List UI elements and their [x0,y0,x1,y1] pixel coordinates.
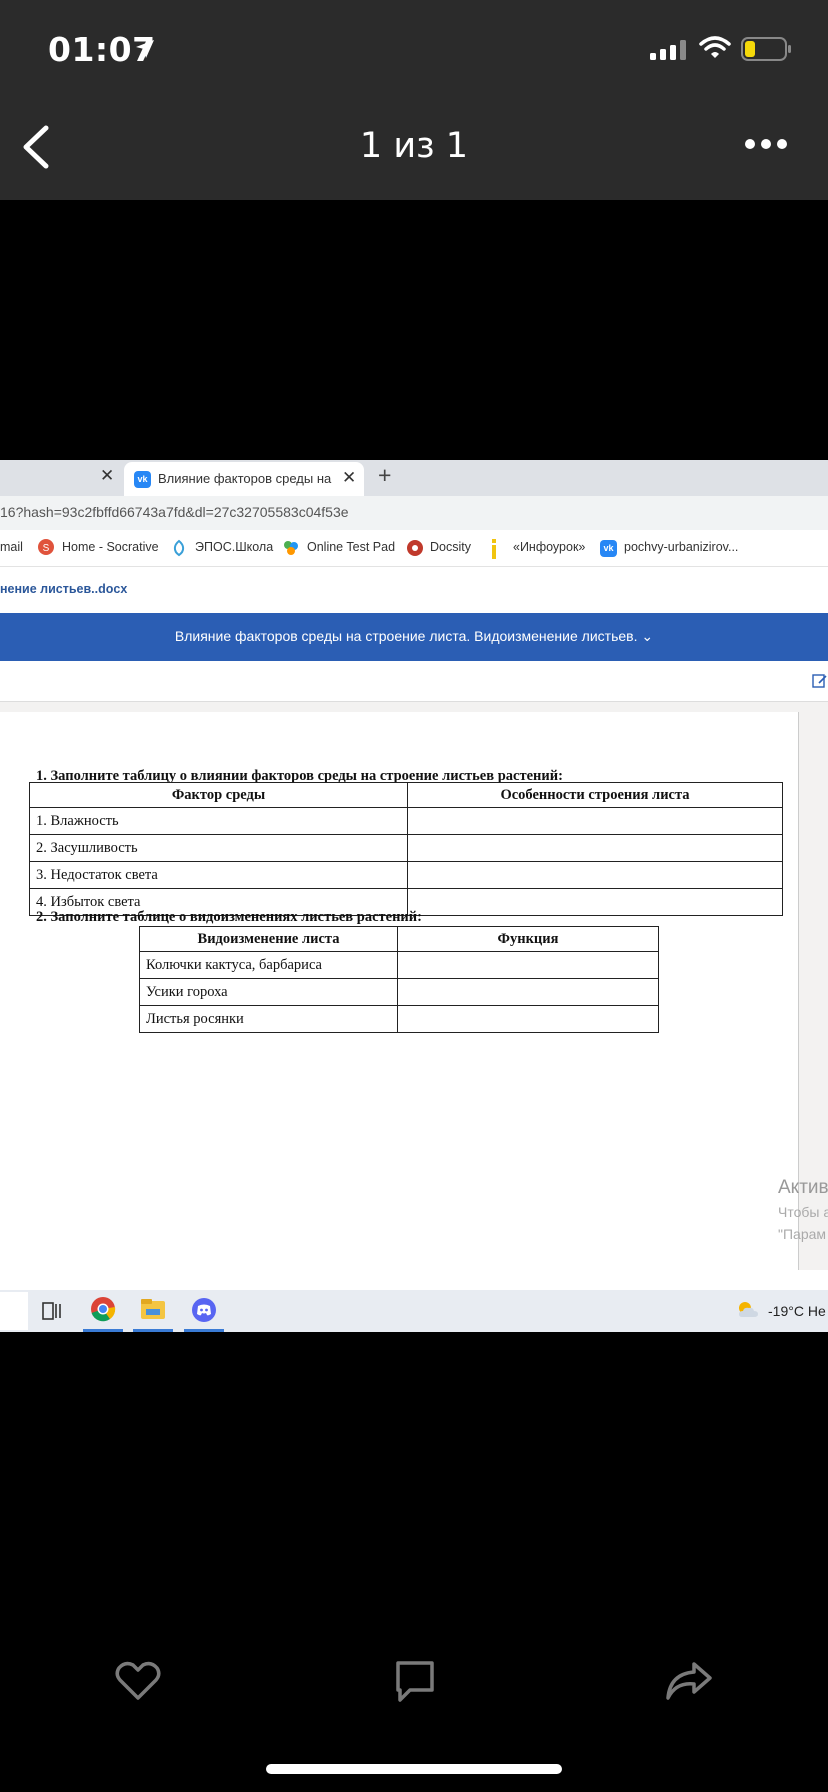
bookmarks-bar: mail S Home - Socrative ЭПОС.Школа Onlin… [0,530,828,567]
bookmark-infourok[interactable]: «Инфоурок» [513,540,585,554]
question-2: 2. Заполните таблице о видоизменениях ли… [36,909,422,925]
document-page: 1. Заполните таблицу о влиянии факторов … [0,712,828,1270]
close-tab-icon[interactable]: ✕ [342,468,356,488]
table-cell-empty [407,888,783,916]
viewer-title: 1 из 1 [359,126,469,166]
chrome-icon[interactable] [90,1296,116,1322]
location-arrow-icon [136,40,154,58]
table-header: Функция [397,926,659,952]
socrative-icon: S [38,539,54,555]
activation-watermark-title: Актив [778,1177,828,1198]
bookmark-mail[interactable]: mail [0,540,23,554]
table-cell: 1. Влажность [29,807,408,835]
active-app-indicator [133,1329,173,1332]
table-cell-empty [407,807,783,835]
document-filename[interactable]: нение листьев..docx [0,582,127,596]
active-app-indicator [83,1329,123,1332]
activation-watermark-line: "Парам [778,1226,827,1242]
more-options-icon[interactable] [744,138,788,150]
modifications-table: Видоизменение листа Функция Колючки какт… [139,926,659,1033]
browser-screenshot: ✕ vk Влияние факторов среды на стр ✕ + 1… [0,460,828,1332]
home-indicator [266,1764,562,1774]
cellular-signal-icon [650,40,686,60]
bookmark-epos[interactable]: ЭПОС.Школа [195,540,273,554]
document-title-bar: нение листьев..docx [0,567,828,613]
factors-table: Фактор среды Особенности строения листа … [29,782,783,916]
table-row: Колючки кактуса, барбариса [139,951,659,979]
document-canvas: 1. Заполните таблицу о влиянии факторов … [0,702,828,1270]
document-header-title[interactable]: Влияние факторов среды на строение листа… [0,628,828,645]
comment-bubble-icon[interactable] [394,1660,436,1704]
table-cell-empty [397,978,659,1006]
address-bar[interactable]: 16?hash=93c2fbffd66743a7fd&dl=27c3270558… [0,496,828,530]
table-cell-empty [397,1005,659,1033]
table-row: Листья росянки [139,1005,659,1033]
table-header: Фактор среды [29,782,408,808]
table-cell-empty [407,861,783,889]
infourok-icon [492,539,496,559]
task-view-icon[interactable] [42,1302,62,1320]
like-heart-icon[interactable] [114,1660,162,1702]
wifi-icon [699,36,731,58]
activation-watermark-line: Чтобы а [778,1204,828,1220]
table-header: Видоизменение листа [139,926,398,952]
table-row: 2. Засушливость [29,834,783,862]
bookmark-pochvy[interactable]: pochvy-urbanizirov... [624,540,738,554]
table-cell: 3. Недостаток света [29,861,408,889]
tab-strip: ✕ vk Влияние факторов среды на стр ✕ + [0,460,828,496]
tab-active[interactable]: vk Влияние факторов среды на стр ✕ [124,462,364,496]
vk-icon: vk [600,540,617,557]
viewer-toolbar [0,661,828,702]
close-tab-icon[interactable]: ✕ [100,466,114,486]
weather-cloud-icon[interactable] [736,1299,760,1321]
vk-icon: vk [134,471,151,488]
table-cell: Листья росянки [139,1005,398,1033]
taskbar-search-box[interactable] [0,1292,28,1330]
bookmark-socrative[interactable]: Home - Socrative [62,540,159,554]
table-cell: Колючки кактуса, барбариса [139,951,398,979]
table-row: 1. Влажность [29,807,783,835]
bookmark-docsity[interactable]: Docsity [430,540,471,554]
table-row: Усики гороха [139,978,659,1006]
table-cell-empty [397,951,659,979]
svg-text:S: S [43,543,50,554]
weather-text[interactable]: -19°C Не [768,1303,826,1319]
table-row: 3. Недостаток света [29,861,783,889]
table-header: Особенности строения листа [407,782,783,808]
bookmark-online-test-pad[interactable]: Online Test Pad [307,540,395,554]
epos-icon [173,539,185,557]
url-text[interactable]: 16?hash=93c2fbffd66743a7fd&dl=27c3270558… [0,504,349,520]
tab-title: Влияние факторов среды на стр [158,471,334,486]
word-viewer-header: Влияние факторов среды на строение листа… [0,613,828,661]
discord-icon[interactable] [191,1297,217,1323]
share-arrow-icon[interactable] [664,1660,714,1702]
new-tab-plus-icon[interactable]: + [378,462,391,489]
docsity-icon [407,540,423,556]
windows-taskbar: -19°C Не [0,1290,828,1332]
table-cell-empty [407,834,783,862]
table-cell: Усики гороха [139,978,398,1006]
ios-header: 01:07 1 из 1 [0,0,828,200]
online-test-pad-icon [284,541,298,555]
edit-document-icon[interactable] [812,673,828,689]
table-cell: 2. Засушливость [29,834,408,862]
battery-icon [741,37,791,61]
active-app-indicator [184,1329,224,1332]
file-explorer-icon[interactable] [140,1298,166,1320]
